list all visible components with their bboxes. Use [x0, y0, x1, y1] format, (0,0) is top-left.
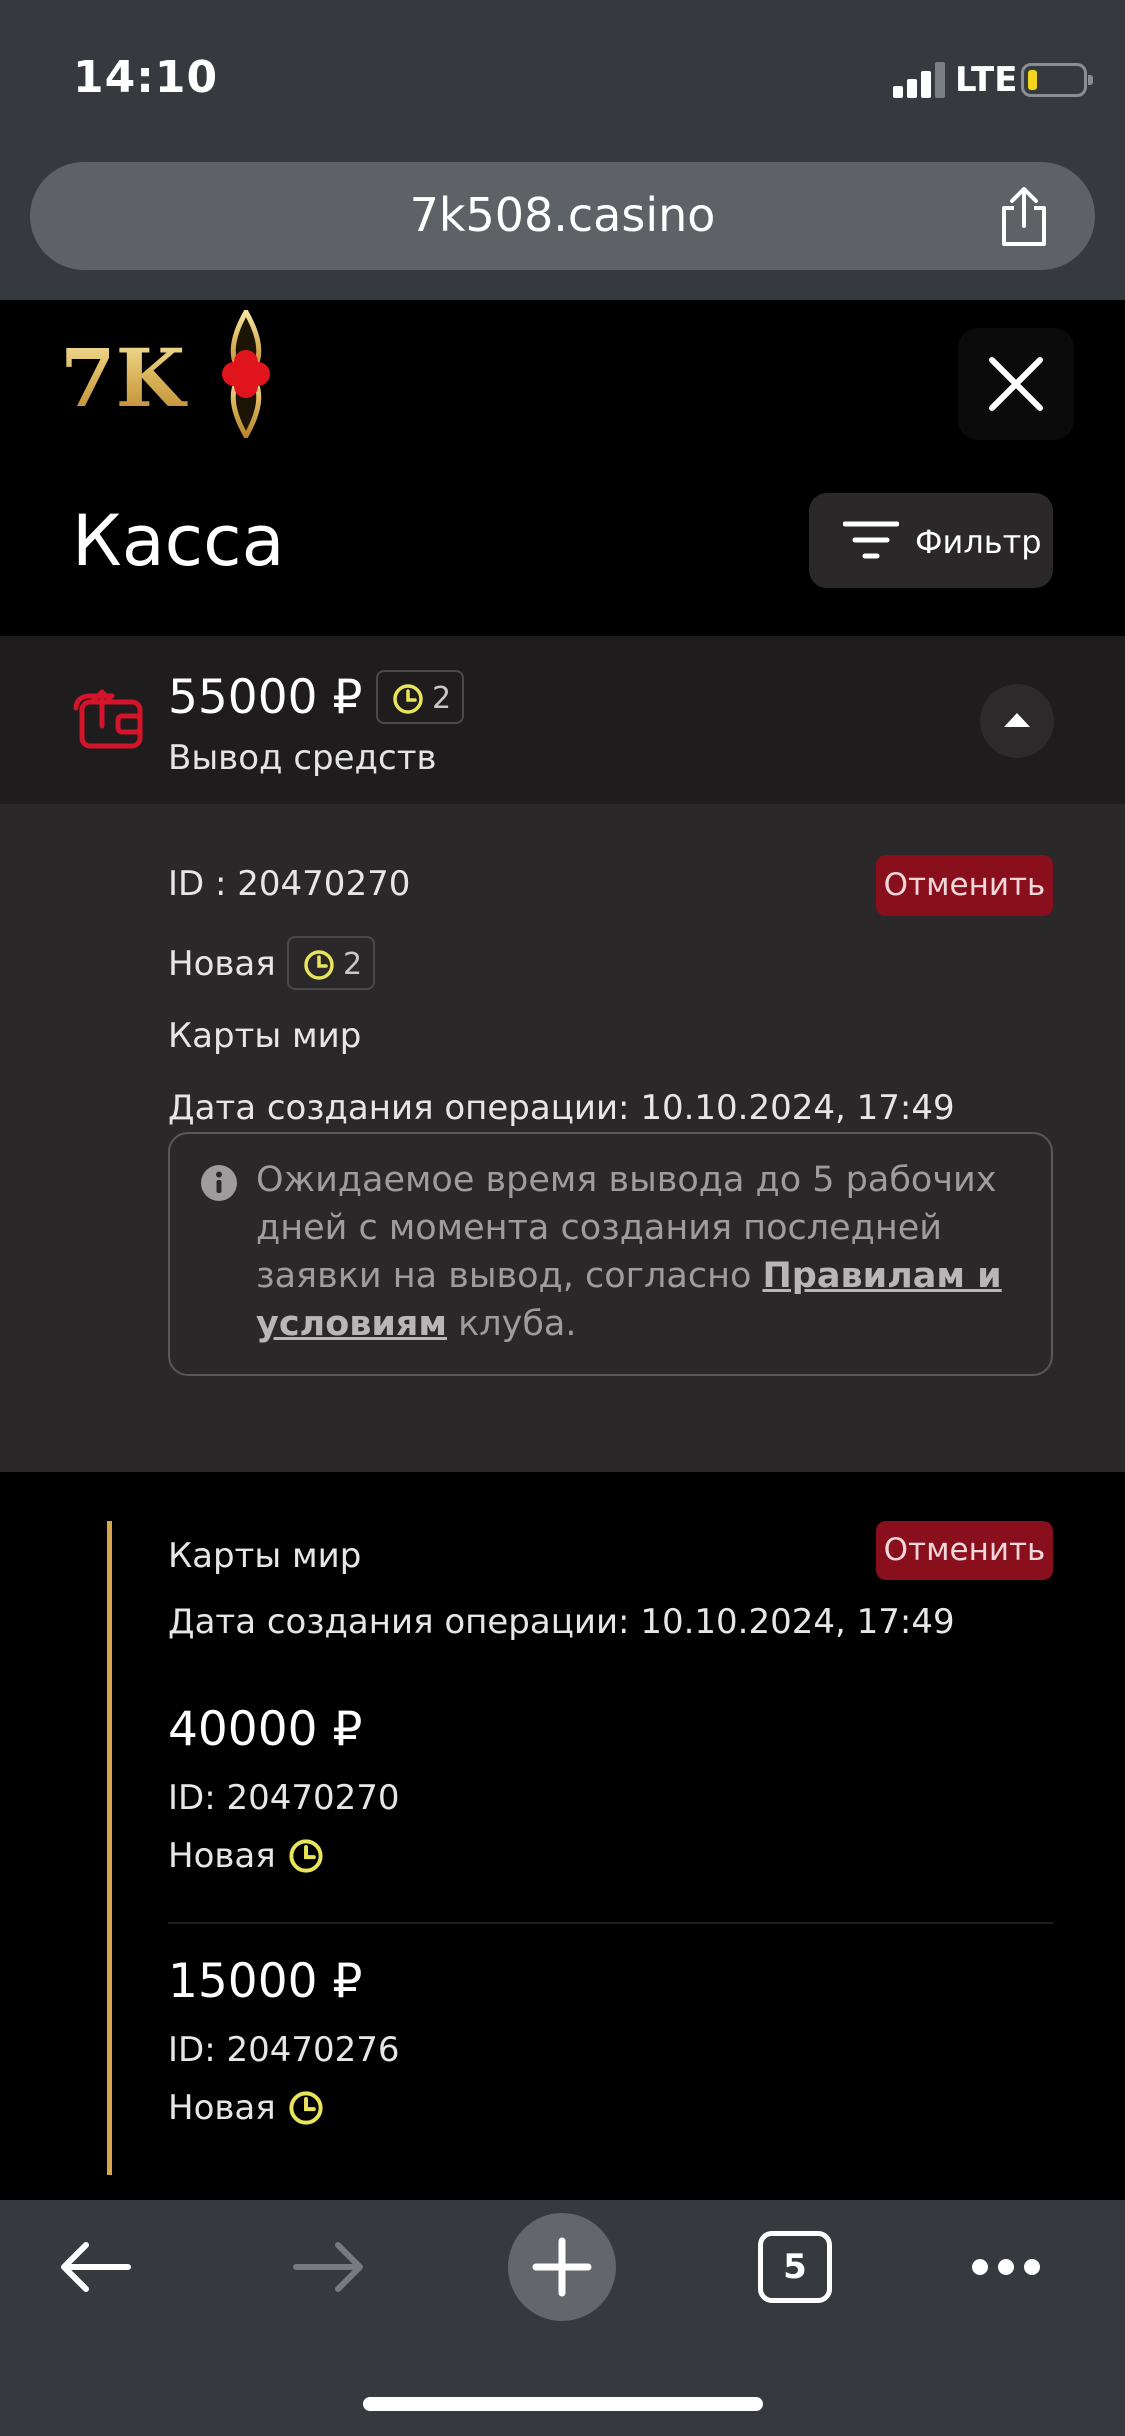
back-arrow-icon[interactable] — [58, 2240, 132, 2294]
filter-label: Фильтр — [915, 523, 1042, 561]
payment-method: Карты мир — [168, 1016, 362, 1056]
logo-text: 7K — [60, 331, 188, 425]
sub-item-status: Новая — [168, 1836, 276, 1876]
sub-item-amount: 15000 ₽ — [168, 1954, 363, 2009]
pending-badge: 2 — [376, 670, 464, 724]
tabs-button[interactable]: 5 — [758, 2231, 832, 2303]
transaction-amount: 55000 ₽ — [168, 670, 363, 725]
withdraw-wallet-icon — [73, 689, 143, 749]
network-type: LTE — [955, 60, 1018, 100]
sub-cancel-button[interactable]: Отменить — [876, 1521, 1053, 1580]
sub-item-amount: 40000 ₽ — [168, 1702, 363, 1757]
close-button[interactable] — [958, 328, 1074, 440]
collapse-button[interactable] — [980, 684, 1054, 758]
status-badge: 2 — [287, 936, 375, 990]
casino-logo[interactable]: 7K — [58, 310, 274, 438]
tabs-count: 5 — [783, 2247, 807, 2287]
url-text: 7k508.casino — [409, 188, 716, 242]
info-text: Ожидаемое время вывода до 5 рабочих дней… — [256, 1156, 1036, 1348]
battery-icon — [1021, 63, 1093, 97]
clock-icon — [289, 1839, 323, 1873]
clock-icon — [393, 684, 423, 714]
sub-item-id: ID: 20470270 — [168, 1778, 400, 1818]
info-text-part: клуба. — [447, 1304, 577, 1344]
clock-icon — [289, 2091, 323, 2125]
info-notice: Ожидаемое время вывода до 5 рабочих дней… — [168, 1132, 1053, 1376]
more-menu-icon[interactable] — [970, 2255, 1042, 2279]
filter-button[interactable]: Фильтр — [809, 493, 1053, 588]
clock-icon — [304, 950, 334, 980]
cellular-signal-icon — [893, 62, 945, 98]
info-icon — [201, 1165, 237, 1201]
group-marker-line — [107, 1521, 112, 2175]
filter-icon — [843, 521, 899, 559]
home-indicator — [363, 2397, 763, 2411]
transaction-id: ID : 20470270 — [168, 864, 411, 904]
sub-item-status: Новая — [168, 2088, 276, 2128]
transaction-type: Вывод средств — [168, 738, 437, 778]
sub-creation-date: Дата создания операции: 10.10.2024, 17:4… — [168, 1602, 955, 1642]
chevron-up-icon — [1004, 713, 1030, 727]
sub-item-id: ID: 20470276 — [168, 2030, 400, 2070]
address-bar[interactable]: 7k508.casino — [30, 162, 1095, 270]
pending-count: 2 — [432, 681, 452, 716]
list-divider — [168, 1922, 1053, 1924]
cancel-button[interactable]: Отменить — [876, 855, 1053, 916]
creation-date: Дата создания операции: 10.10.2024, 17:4… — [168, 1088, 955, 1128]
sub-payment-method: Карты мир — [168, 1536, 362, 1576]
new-tab-icon[interactable] — [508, 2213, 616, 2321]
close-icon — [989, 357, 1043, 411]
forward-arrow-icon[interactable] — [292, 2240, 366, 2294]
status-count: 2 — [343, 947, 363, 982]
transaction-status: Новая — [168, 944, 276, 984]
page-title: Касса — [72, 500, 285, 582]
share-icon[interactable] — [996, 186, 1052, 248]
status-time: 14:10 — [73, 52, 219, 103]
